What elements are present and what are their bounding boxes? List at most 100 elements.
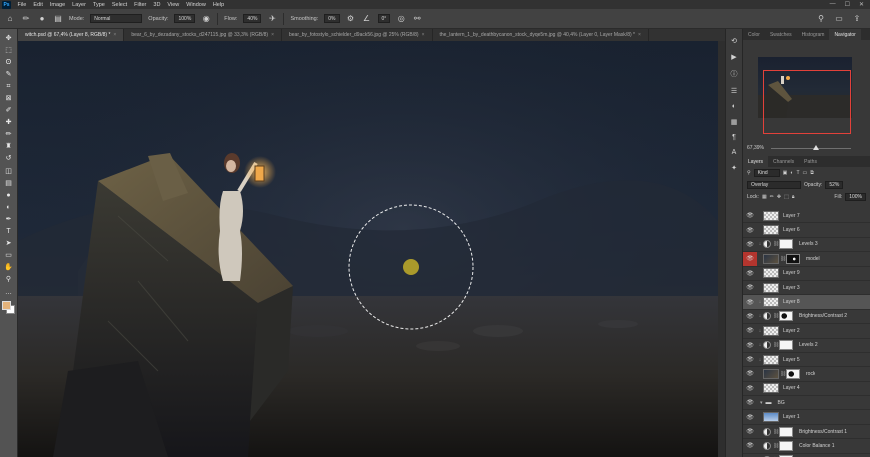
- menu-item[interactable]: Edit: [30, 2, 46, 8]
- layer-mask-thumbnail[interactable]: [779, 440, 793, 451]
- layer-row[interactable]: 👁︎ Layer 4: [743, 382, 870, 397]
- pressure-opacity-icon[interactable]: ◉: [201, 14, 211, 23]
- visibility-eye-icon[interactable]: 👁︎: [743, 342, 757, 349]
- document-tab[interactable]: witch.psd @ 67,4% (Layer 8, RGB/8) * ×: [18, 29, 125, 41]
- layer-thumbnail[interactable]: [763, 282, 779, 293]
- shape-icon[interactable]: ▭: [3, 251, 15, 261]
- brush-tool-icon[interactable]: ✏: [21, 14, 31, 23]
- properties-icon[interactable]: ☰: [731, 87, 737, 95]
- layer-row[interactable]: 👁︎ ↓ Layer 5: [743, 353, 870, 368]
- visibility-eye-icon[interactable]: 👁︎: [743, 385, 757, 392]
- filter-pixel-icon[interactable]: ▣: [783, 170, 788, 176]
- menu-item[interactable]: File: [14, 2, 30, 8]
- visibility-eye-icon[interactable]: 👁︎: [743, 399, 757, 406]
- visibility-eye-icon[interactable]: 👁︎: [743, 227, 757, 234]
- search-icon[interactable]: ⚲: [816, 14, 826, 23]
- eyedropper-icon[interactable]: ✐: [3, 106, 15, 116]
- lock-transparent-icon[interactable]: ▦: [762, 194, 767, 200]
- visibility-eye-icon[interactable]: 👁︎: [743, 299, 757, 306]
- airbrush-icon[interactable]: ✈: [267, 14, 277, 23]
- lock-position-icon[interactable]: ✥: [777, 194, 781, 200]
- glyphs-icon[interactable]: ✦: [731, 164, 737, 172]
- layer-thumbnail[interactable]: [763, 253, 779, 264]
- panel-tab[interactable]: Swatches: [765, 29, 797, 40]
- document-tab[interactable]: the_lantern_1_by_deathbycanon_stock_dyqe…: [433, 29, 649, 41]
- layer-row[interactable]: 👁︎ ↓ Layer 8: [743, 295, 870, 310]
- layer-row[interactable]: 👁︎ Layer 1: [743, 410, 870, 425]
- layer-row[interactable]: 👁︎ Layer 3: [743, 281, 870, 296]
- frame-icon[interactable]: ⊠: [3, 93, 15, 103]
- pressure-size-icon[interactable]: ◎: [396, 14, 406, 23]
- visibility-eye-icon[interactable]: 👁︎: [743, 327, 757, 334]
- panel-tab[interactable]: Channels: [768, 156, 799, 167]
- brush-icon[interactable]: ✏: [3, 130, 15, 140]
- smoothing-field[interactable]: 0%: [324, 14, 340, 23]
- filter-shape-icon[interactable]: ▭: [803, 170, 808, 176]
- info-icon[interactable]: ⓘ: [731, 69, 738, 79]
- visibility-eye-icon[interactable]: 👁︎: [743, 270, 757, 277]
- fill-field[interactable]: 100%: [845, 193, 866, 201]
- layer-mask-thumbnail[interactable]: [779, 239, 793, 250]
- filter-type-icon[interactable]: T: [796, 170, 799, 176]
- layer-thumbnail[interactable]: [763, 268, 779, 279]
- filter-adjust-icon[interactable]: ◐: [790, 170, 793, 176]
- mode-select[interactable]: Normal: [90, 14, 143, 23]
- menu-item[interactable]: Help: [209, 2, 227, 8]
- lock-pixels-icon[interactable]: ✏: [770, 194, 774, 200]
- foreground-color[interactable]: [1, 301, 11, 311]
- smoothing-gear-icon[interactable]: ⚙: [346, 14, 356, 23]
- layer-row[interactable]: 👁︎ Layer 9: [743, 267, 870, 281]
- document-tab[interactable]: bear_6_by_dezadany_stocks_d247115.jpg @ …: [124, 29, 282, 41]
- filter-smart-icon[interactable]: ⧉: [810, 170, 814, 176]
- play-icon[interactable]: ▶: [731, 53, 736, 61]
- visibility-eye-icon[interactable]: 👁︎: [743, 414, 757, 421]
- pen-icon[interactable]: ✒: [3, 214, 15, 224]
- layer-thumbnail[interactable]: [763, 383, 779, 394]
- navigator-zoom[interactable]: 67,39%: [747, 145, 764, 151]
- menu-item[interactable]: View: [164, 2, 183, 8]
- layer-row[interactable]: 👁︎ ⛓ Color Balance 1: [743, 439, 870, 454]
- blur-icon[interactable]: ●: [3, 190, 15, 200]
- visibility-eye-icon[interactable]: 👁︎: [743, 313, 757, 320]
- visibility-eye-icon[interactable]: 👁︎: [743, 442, 757, 449]
- maximize-icon[interactable]: ☐: [845, 1, 850, 8]
- more-icon[interactable]: …: [3, 287, 15, 297]
- panel-tab[interactable]: Paths: [799, 156, 822, 167]
- document-tab[interactable]: bear_by_fotostylo_schielder_d9ack56.jpg …: [282, 29, 433, 41]
- visibility-eye-icon[interactable]: 👁︎: [743, 284, 757, 291]
- menu-item[interactable]: Image: [46, 2, 68, 8]
- libraries-icon[interactable]: ▦: [731, 118, 738, 126]
- visibility-eye-icon[interactable]: 👁︎: [743, 428, 757, 435]
- lock-all-icon[interactable]: 🔒︎: [792, 194, 795, 200]
- visibility-eye-icon[interactable]: 👁︎: [743, 241, 757, 248]
- close-tab-icon[interactable]: ×: [638, 32, 641, 38]
- marquee-icon[interactable]: ⬚: [3, 45, 15, 55]
- visibility-eye-icon[interactable]: 👁︎: [743, 370, 757, 377]
- share-icon[interactable]: ⇪: [852, 14, 862, 23]
- minimize-icon[interactable]: —: [830, 1, 836, 8]
- home-icon[interactable]: ⌂: [5, 14, 15, 23]
- dodge-icon[interactable]: ◐: [3, 202, 15, 212]
- close-tab-icon[interactable]: ×: [271, 32, 274, 38]
- navigator-view-box[interactable]: [763, 70, 851, 134]
- symmetry-icon[interactable]: ⚯: [412, 14, 422, 23]
- layer-row[interactable]: 👁︎ ↓ ⛓ Brightness/Contrast 2: [743, 310, 870, 325]
- quick-select-icon[interactable]: ✎: [3, 69, 15, 79]
- zoom-slider-knob[interactable]: [813, 145, 819, 150]
- layer-mask-thumbnail[interactable]: [786, 253, 800, 264]
- move-icon[interactable]: ✥: [3, 33, 15, 43]
- brush-settings-icon[interactable]: ▤: [53, 14, 63, 23]
- zoom-icon[interactable]: ⚲: [3, 275, 15, 285]
- panel-tab[interactable]: Navigator: [829, 29, 861, 40]
- layer-thumbnail[interactable]: [763, 354, 779, 365]
- layer-row[interactable]: 👁︎⛓Hue/Saturation 1: [743, 454, 870, 457]
- canvas[interactable]: [18, 41, 718, 457]
- panel-tab[interactable]: Histogram: [797, 29, 830, 40]
- blend-mode-select[interactable]: Overlay: [747, 181, 801, 189]
- eraser-icon[interactable]: ◫: [3, 166, 15, 176]
- filter-kind-select[interactable]: Kind: [753, 169, 780, 177]
- layer-row[interactable]: 👁︎ Layer 7: [743, 209, 870, 224]
- hand-icon[interactable]: ✋: [3, 263, 15, 273]
- visibility-eye-icon[interactable]: 👁︎: [743, 212, 757, 219]
- layer-row[interactable]: 👁︎ ⛓ rock: [743, 367, 870, 382]
